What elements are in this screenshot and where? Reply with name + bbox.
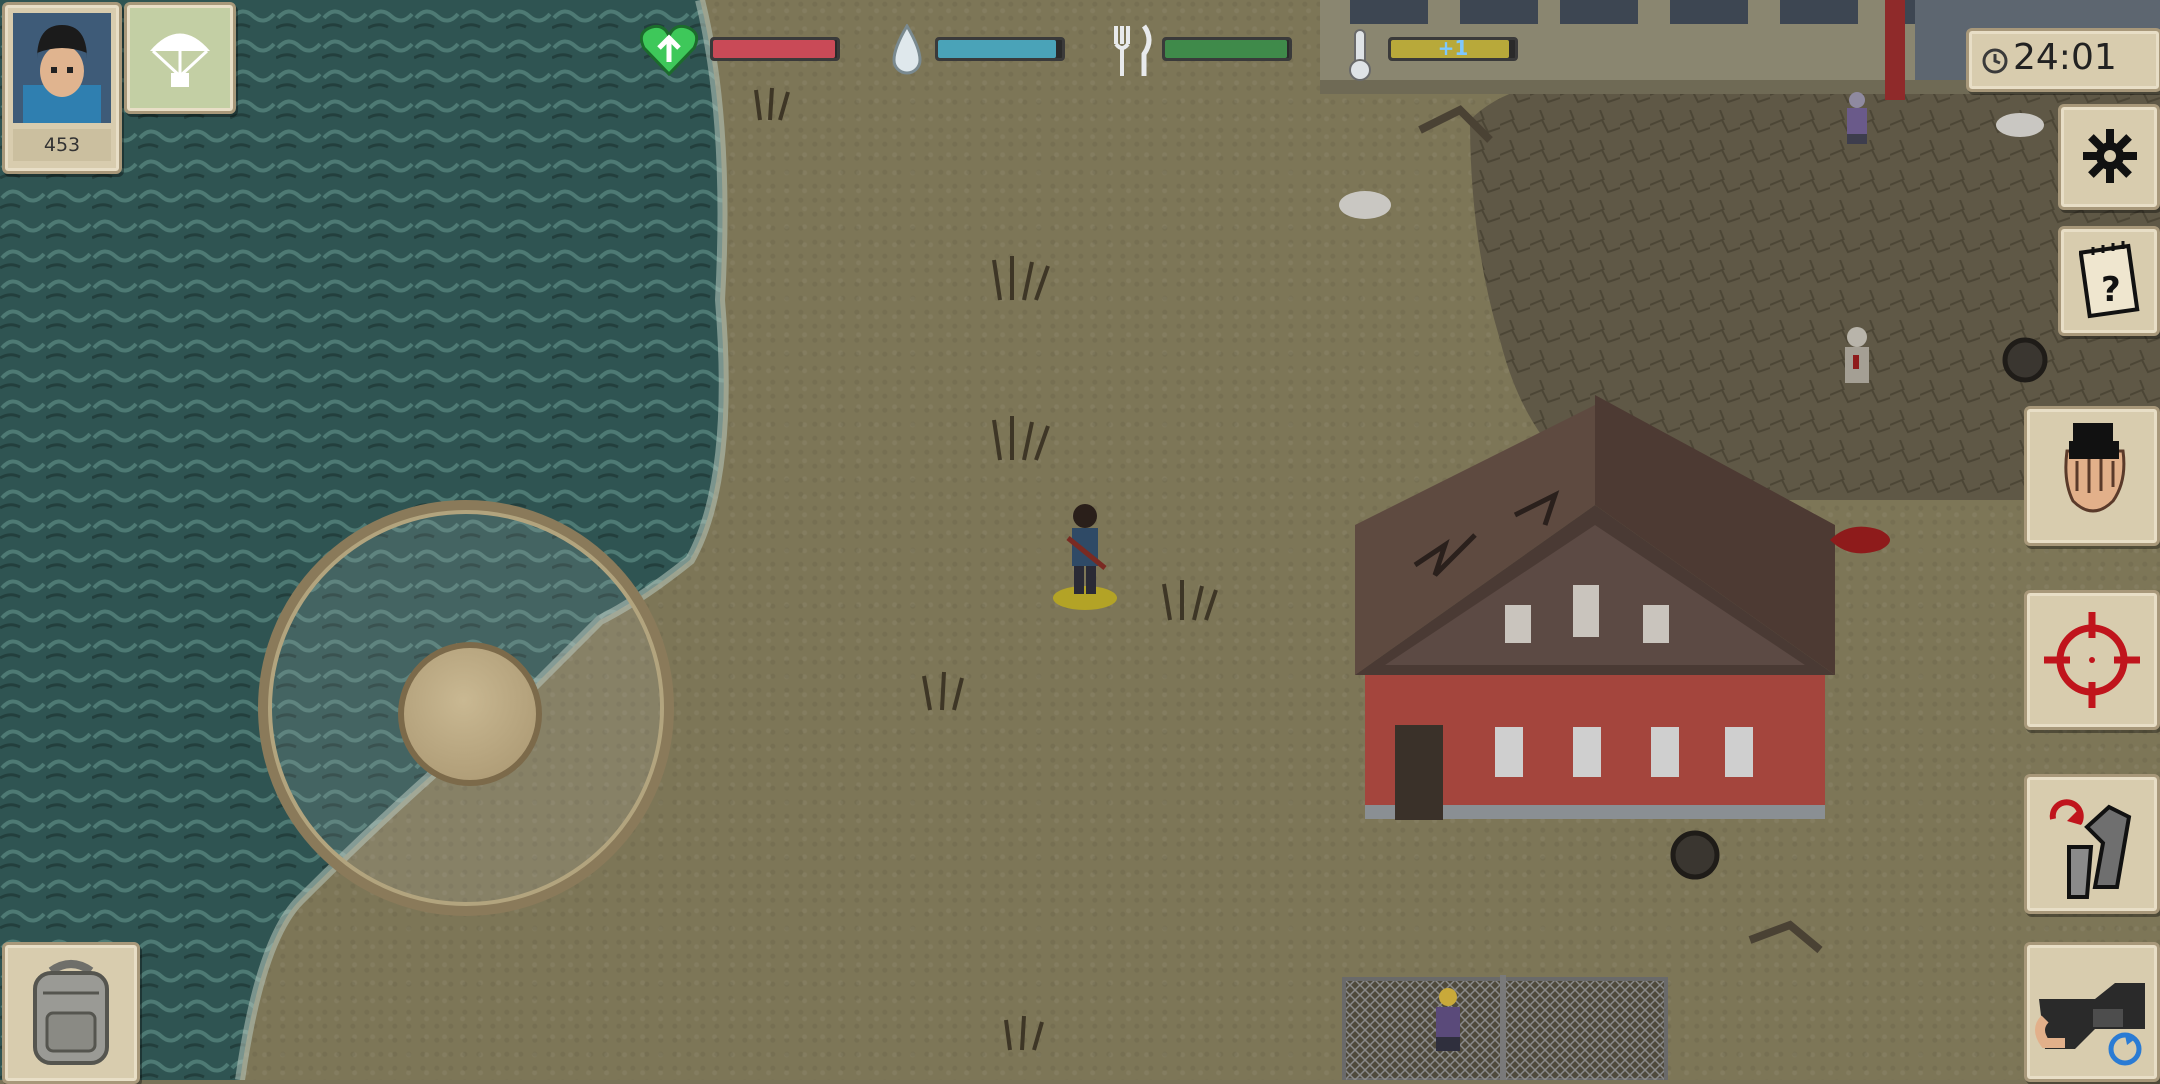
hand-grab-icon <box>2064 423 2126 513</box>
hunger-bar <box>1162 37 1292 61</box>
crosshair-icon <box>2044 612 2140 708</box>
clock-time: 24:01 <box>2013 37 2117 78</box>
temperature-label: +1 <box>1437 36 1469 60</box>
camera-button[interactable] <box>2024 942 2160 1082</box>
reload-weapon-icon <box>2049 799 2132 899</box>
camera-icon <box>2035 983 2145 1066</box>
thermometer-icon <box>1349 29 1371 81</box>
brick-house <box>1355 395 1835 820</box>
notepad-icon: ? <box>2079 241 2140 319</box>
reload-button[interactable] <box>2024 774 2160 914</box>
settings-button[interactable] <box>2058 104 2160 210</box>
backpack-icon <box>33 960 109 1065</box>
chain-link-fence <box>1342 975 1668 1080</box>
zombie <box>1845 327 1869 383</box>
attack-button[interactable] <box>2024 590 2160 730</box>
movement-joystick[interactable] <box>250 492 682 924</box>
zombie <box>1436 988 1460 1051</box>
clock-icon <box>1982 48 2008 74</box>
airdrop-button[interactable] <box>124 2 236 114</box>
player-avatar-panel[interactable]: 453 <box>2 2 122 174</box>
parachute-icon <box>150 33 210 87</box>
health-bar <box>710 37 840 61</box>
thirst-fill <box>938 40 1056 58</box>
temperature-bar: +1 <box>1388 36 1518 61</box>
inventory-button[interactable] <box>2 942 140 1084</box>
hunger-fill <box>1165 40 1287 58</box>
fork-knife-icon <box>1114 24 1152 76</box>
gear-icon <box>2083 129 2137 183</box>
svg-text:?: ? <box>2101 270 2121 310</box>
heart-icon <box>640 24 698 76</box>
player-score: 453 <box>13 129 111 161</box>
player-portrait-icon <box>13 13 111 123</box>
player-character <box>1053 504 1117 610</box>
water-drop-icon <box>892 24 922 75</box>
zombie <box>1847 92 1867 144</box>
thirst-bar <box>935 37 1065 61</box>
joystick-thumb[interactable] <box>398 642 542 786</box>
interact-button[interactable] <box>2024 406 2160 546</box>
clock-panel: 24:01 <box>1966 28 2160 92</box>
quests-button[interactable]: ? <box>2058 226 2160 336</box>
health-fill <box>713 40 835 58</box>
